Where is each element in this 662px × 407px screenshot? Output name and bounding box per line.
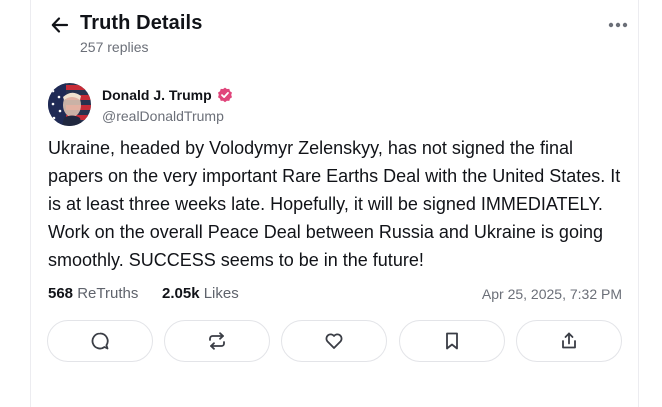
share-button[interactable] (516, 320, 622, 362)
avatar[interactable] (48, 83, 91, 126)
post-timestamp: Apr 25, 2025, 7:32 PM (481, 286, 622, 302)
retruths-stat[interactable]: 568 ReTruths (48, 285, 138, 302)
verified-badge-icon (217, 87, 233, 103)
heart-icon (324, 331, 344, 351)
back-button[interactable] (48, 13, 72, 37)
bookmark-icon (442, 331, 462, 351)
reply-button[interactable] (47, 320, 153, 362)
post-author: Donald J. Trump @realDonaldTrump (48, 83, 608, 127)
more-horizontal-icon (608, 22, 628, 28)
page-header: Truth Details 257 replies (48, 10, 632, 60)
reply-count: 257 replies (80, 39, 149, 55)
arrow-left-icon (50, 15, 70, 35)
share-icon (559, 331, 579, 351)
likes-count: 2.05k (162, 285, 200, 302)
likes-label: Likes (203, 285, 239, 302)
post-stats: 568 ReTruths 2.05k Likes Apr 25, 2025, 7… (48, 285, 622, 307)
more-options-button[interactable] (604, 13, 632, 37)
author-handle[interactable]: @realDonaldTrump (102, 108, 224, 124)
post-actions (47, 320, 625, 365)
retruth-button[interactable] (164, 320, 270, 362)
retruths-label: ReTruths (77, 285, 139, 302)
repost-icon (207, 331, 227, 351)
comment-icon (90, 331, 110, 351)
page-title: Truth Details (80, 12, 203, 34)
author-name[interactable]: Donald J. Trump (102, 87, 212, 103)
like-button[interactable] (281, 320, 387, 362)
bookmark-button[interactable] (399, 320, 505, 362)
likes-stat[interactable]: 2.05k Likes (162, 285, 239, 302)
retruths-count: 568 (48, 285, 74, 302)
post-body: Ukraine, headed by Volodymyr Zelenskyy, … (48, 138, 621, 270)
